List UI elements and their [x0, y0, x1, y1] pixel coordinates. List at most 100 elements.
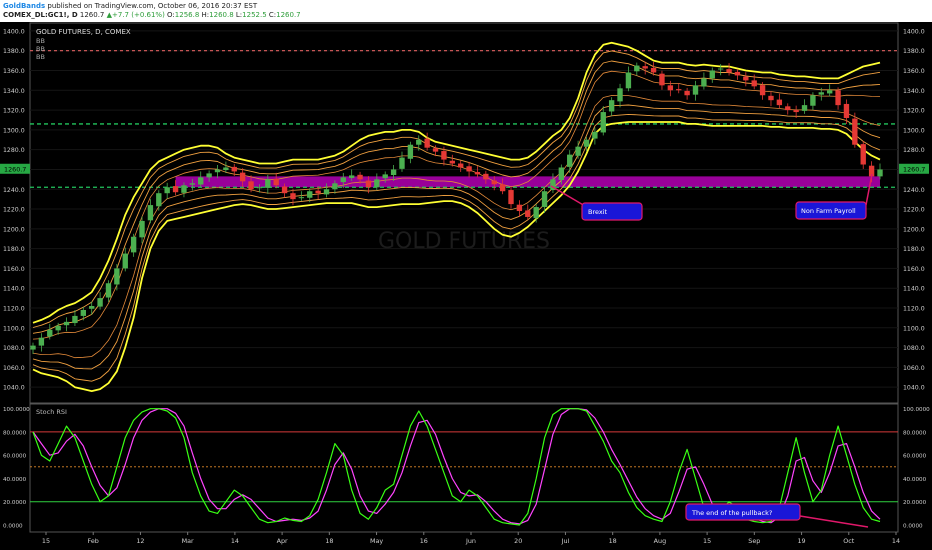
stoch-tick-right: 100.0000: [903, 407, 930, 413]
price-tick-left: 1140.0: [3, 286, 25, 293]
price-tick-left: 1400.0: [3, 28, 25, 35]
candle-body: [759, 85, 766, 96]
candle-body: [223, 167, 229, 171]
price-tick-left: 1220.0: [3, 207, 25, 214]
candle-body: [508, 190, 514, 205]
open-value: 1256.8: [174, 11, 200, 19]
candle-body: [843, 103, 850, 118]
candle-body: [701, 78, 707, 87]
pullback-label: The end of the pullback?: [691, 509, 772, 517]
candle-body: [181, 185, 187, 193]
nfp-label: Non Farm Payroll: [801, 207, 856, 215]
candle-body: [617, 88, 623, 102]
candle-body: [38, 337, 45, 346]
time-tick-label: Aug: [654, 537, 666, 545]
time-tick-label: 12: [136, 537, 144, 545]
candle-body: [198, 177, 204, 185]
candle-body: [650, 67, 657, 73]
price-tick-right: 1160.0: [903, 266, 925, 273]
price-tick-right: 1280.0: [903, 147, 925, 154]
candle-body: [684, 90, 690, 96]
candle-body: [667, 85, 674, 91]
price-tick-left: 1180.0: [3, 246, 25, 253]
candle-body: [852, 118, 858, 145]
candle-body: [776, 99, 783, 106]
candle-body: [206, 173, 212, 178]
candle-body: [114, 268, 120, 285]
price-tick-right: 1140.0: [903, 286, 925, 293]
price-tick-right: 1300.0: [903, 127, 925, 134]
candle-body: [726, 69, 732, 73]
time-tick-label: 18: [609, 537, 617, 545]
candle-body: [558, 167, 565, 180]
time-tick-label: Sep: [748, 537, 760, 545]
stoch-tick-right: 20.0000: [903, 500, 927, 506]
time-tick-label: Feb: [88, 537, 99, 545]
candle-body: [793, 110, 799, 113]
candle-body: [290, 193, 296, 200]
price-tick-right: 1120.0: [903, 306, 925, 313]
candle-body: [390, 169, 397, 175]
legend-bb-1[interactable]: BB: [36, 37, 45, 45]
price-tick-left: 1380.0: [3, 48, 25, 55]
stoch-tick-left: 80.0000: [3, 430, 27, 436]
chart-canvas[interactable]: GOLD FUTURES 1040.0 1060.0 1080.0 1100.0 112…: [0, 22, 932, 550]
time-tick-label: 15: [703, 537, 711, 545]
price-tick-left: 1120.0: [3, 306, 25, 313]
candle-body: [676, 89, 682, 91]
candle-body: [717, 68, 724, 70]
time-tick-label: Jul: [561, 537, 570, 545]
candle-body: [516, 204, 523, 212]
candle-body: [818, 92, 824, 95]
stoch-tick-left: 40.0000: [3, 477, 27, 483]
candle-body: [139, 220, 145, 238]
candle-body: [424, 138, 430, 148]
candle-body: [441, 151, 447, 160]
open-label: O:: [167, 11, 175, 19]
candle-body: [130, 236, 137, 253]
candle-body: [860, 144, 866, 165]
price-tick-right: 1080.0: [903, 345, 925, 352]
candle-body: [785, 106, 791, 111]
price-tick-right: 1400.0: [903, 28, 925, 35]
candle-body: [239, 172, 246, 182]
candle-body: [466, 166, 472, 172]
stoch-tick-right: 0.0000: [903, 524, 923, 530]
stoch-tick-left: 60.0000: [3, 454, 27, 460]
candle-body: [63, 321, 70, 326]
candle-body: [600, 112, 606, 133]
candle-body: [533, 207, 539, 219]
candle-body: [374, 179, 380, 188]
legend-bb-2[interactable]: BB: [36, 45, 45, 53]
price-tick-right: 1180.0: [903, 246, 925, 253]
candle-body: [483, 173, 489, 180]
legend-bb-3[interactable]: BB: [36, 53, 45, 61]
candle-body: [634, 65, 640, 72]
published-on: published on TradingView.com, October 06…: [47, 2, 258, 10]
candle-body: [416, 139, 422, 145]
candle-body: [164, 187, 170, 194]
candle-body: [692, 85, 699, 95]
candle-body: [332, 183, 338, 190]
close-value: 1260.7: [276, 11, 301, 19]
candle-body: [491, 180, 497, 185]
stoch-title: Stoch RSI: [36, 408, 67, 416]
candle-body: [525, 210, 531, 217]
candle-body: [382, 174, 388, 179]
price-tick-right: 1040.0: [903, 385, 925, 392]
candle-body: [273, 178, 279, 186]
candle-body: [734, 71, 741, 76]
price-tick-left: 1040.0: [3, 385, 25, 392]
candle-body: [80, 309, 87, 316]
candle-body: [709, 70, 715, 79]
price-tick-right: 1380.0: [903, 48, 925, 55]
time-tick-label: 19: [797, 537, 805, 545]
publisher-link[interactable]: GoldBands: [3, 2, 45, 10]
price-tick-left: 1280.0: [3, 147, 25, 154]
stoch-tick-left: 100.0000: [3, 407, 30, 413]
price-tick-right: 1220.0: [903, 207, 925, 214]
candle-body: [89, 306, 95, 309]
last-price: 1260.7: [79, 11, 105, 19]
chart-header: GoldBands published on TradingView.com, …: [0, 0, 932, 22]
price-tick-left: 1340.0: [3, 88, 25, 95]
